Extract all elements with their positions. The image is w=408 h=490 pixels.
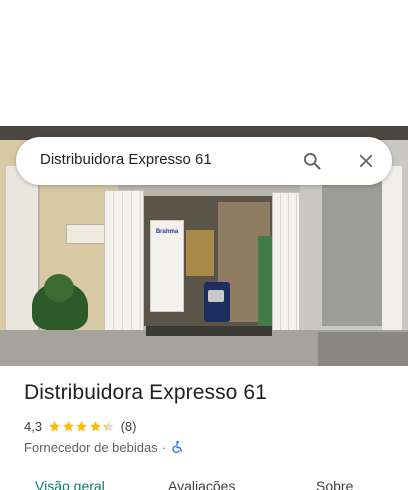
photo-door-left bbox=[104, 190, 144, 336]
star-icon bbox=[103, 420, 114, 431]
photo-poster bbox=[186, 230, 214, 276]
review-count[interactable]: (8) bbox=[121, 419, 137, 434]
rating-value: 4,3 bbox=[24, 418, 43, 434]
star-icon bbox=[76, 420, 87, 431]
photo-bucket bbox=[208, 290, 224, 302]
search-input[interactable]: Distribuidora Expresso 61 bbox=[40, 151, 212, 168]
separator-dot: · bbox=[161, 439, 167, 455]
rating-row: 4,3 (8) bbox=[24, 417, 136, 435]
photo-plant-top bbox=[44, 274, 74, 302]
place-title: Distribuidora Expresso 61 bbox=[24, 381, 267, 404]
wheelchair-accessible-icon[interactable] bbox=[170, 440, 184, 454]
photo-green-strip bbox=[258, 236, 272, 328]
photo-chair bbox=[204, 282, 230, 322]
photo-banner-text: Brahma bbox=[155, 229, 179, 235]
tab-about[interactable]: Sobre bbox=[316, 478, 353, 490]
top-blank-area bbox=[0, 0, 408, 126]
star-icon bbox=[49, 420, 60, 431]
photo-door-right bbox=[272, 192, 300, 342]
category-row: Fornecedor de bebidas · bbox=[24, 438, 184, 456]
photo-step bbox=[318, 332, 408, 366]
photo-doormat bbox=[146, 326, 272, 336]
search-button[interactable] bbox=[298, 147, 326, 175]
photo-banner: Brahma bbox=[150, 220, 184, 312]
rating-stars[interactable] bbox=[48, 420, 116, 433]
photo-ac-unit bbox=[66, 224, 106, 244]
tab-reviews[interactable]: Avaliações bbox=[168, 478, 235, 490]
search-icon bbox=[304, 153, 321, 170]
tab-overview[interactable]: Visão geral bbox=[35, 478, 105, 490]
close-icon bbox=[359, 154, 373, 168]
close-button[interactable] bbox=[352, 147, 380, 175]
star-icon bbox=[62, 420, 74, 431]
photo-gray-panel bbox=[322, 176, 388, 326]
search-bar[interactable]: Distribuidora Expresso 61 bbox=[16, 137, 392, 185]
place-category[interactable]: Fornecedor de bebidas bbox=[24, 440, 158, 455]
place-tabs: Visão geral Avaliações Sobre bbox=[0, 472, 408, 490]
star-icon bbox=[89, 420, 101, 431]
photo-pillar-right bbox=[382, 166, 402, 341]
